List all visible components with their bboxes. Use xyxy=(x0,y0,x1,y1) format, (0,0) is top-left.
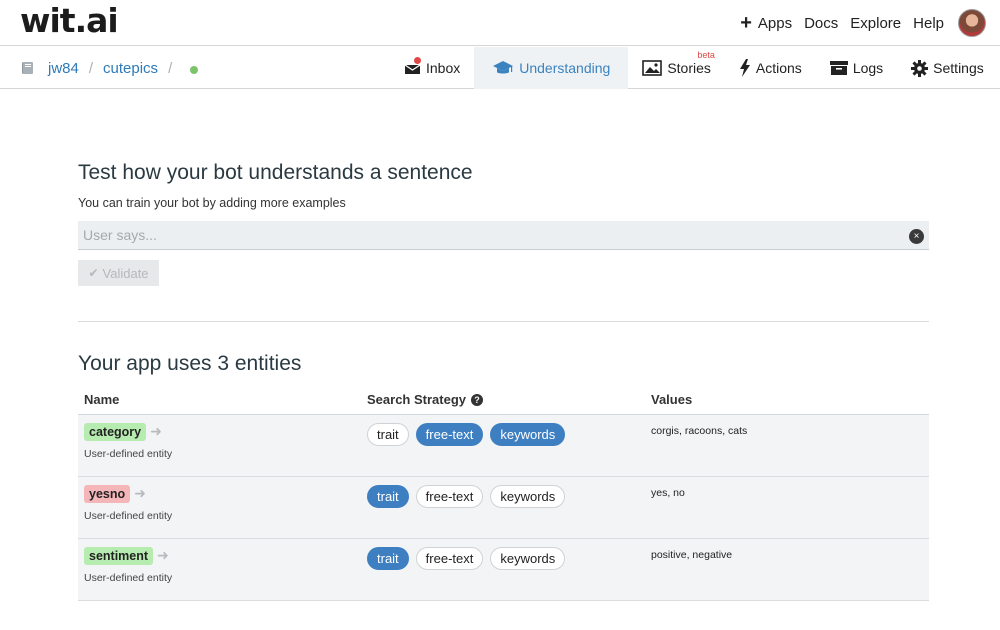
tab-understanding-label: Understanding xyxy=(519,60,611,76)
validate-button[interactable]: ✔ Validate xyxy=(78,260,159,286)
book-icon xyxy=(22,62,33,74)
graduation-cap-icon xyxy=(493,61,514,74)
strategy-pill-free-text[interactable]: free-text xyxy=(415,485,484,508)
header-strategy-label: Search Strategy xyxy=(367,392,466,407)
plus-icon[interactable]: + xyxy=(740,12,752,35)
entity-strategy-cell: trait free-text keywords xyxy=(361,477,645,508)
strategy-pill-keywords[interactable]: keywords xyxy=(490,547,566,570)
entities-title: Your app uses 3 entities xyxy=(78,352,302,375)
entity-name-cell: sentiment ➜ User-defined entity xyxy=(78,539,361,584)
table-header: Name Search Strategy ? Values xyxy=(78,385,929,415)
table-row: sentiment ➜ User-defined entity trait free-t… xyxy=(78,539,929,601)
tab-actions-label: Actions xyxy=(755,60,802,76)
entity-strategy-cell: trait free-text keywords xyxy=(361,539,645,570)
apps-link[interactable]: Apps xyxy=(758,15,792,32)
entity-description: User-defined entity xyxy=(84,510,173,522)
wit-logo[interactable]: wit.ai xyxy=(20,3,119,39)
app-tabs: Inbox Understanding Stories beta Actions xyxy=(390,47,998,89)
table-row: category ➜ User-defined entity trait free-te… xyxy=(78,415,929,477)
header-values: Values xyxy=(651,392,693,407)
arrow-right-icon[interactable]: ➜ xyxy=(150,423,162,439)
header-strategy: Search Strategy ? xyxy=(361,392,645,407)
entities-table: Name Search Strategy ? Values category ➜ U… xyxy=(78,385,929,601)
docs-link[interactable]: Docs xyxy=(804,15,838,32)
tab-inbox[interactable]: Inbox xyxy=(390,47,474,89)
sub-header: jw84 / cutepics / Inbox Understanding St… xyxy=(0,47,1000,89)
avatar[interactable] xyxy=(958,9,986,37)
entity-description: User-defined entity xyxy=(84,572,173,584)
test-title: Test how your bot understands a sentence xyxy=(78,161,473,184)
entity-tag[interactable]: sentiment xyxy=(84,547,154,565)
entity-description: User-defined entity xyxy=(84,448,173,460)
arrow-right-icon[interactable]: ➜ xyxy=(134,485,146,501)
tab-stories[interactable]: Stories beta xyxy=(628,47,725,89)
entity-name-cell: yesno ➜ User-defined entity xyxy=(78,477,361,522)
help-icon[interactable]: ? xyxy=(471,393,483,406)
entity-values: yes, no xyxy=(651,487,685,499)
tab-inbox-label: Inbox xyxy=(426,60,461,76)
gear-icon xyxy=(911,59,929,77)
breadcrumb-separator: / xyxy=(88,59,94,77)
strategy-pill-free-text[interactable]: free-text xyxy=(415,547,484,570)
entity-name-cell: category ➜ User-defined entity xyxy=(78,415,361,460)
entity-strategy-cell: trait free-text keywords xyxy=(361,415,645,446)
arrow-right-icon[interactable]: ➜ xyxy=(157,547,169,563)
top-nav: + Apps Docs Explore Help xyxy=(740,0,986,46)
validate-label: Validate xyxy=(102,265,149,281)
tab-settings[interactable]: Settings xyxy=(897,47,998,89)
strategy-pill-keywords[interactable]: keywords xyxy=(490,485,566,508)
divider xyxy=(78,321,929,322)
image-icon xyxy=(642,60,663,76)
strategy-pill-trait[interactable]: trait xyxy=(367,547,409,570)
tab-actions[interactable]: Actions xyxy=(725,47,816,89)
breadcrumb-app[interactable]: cutepics xyxy=(103,60,158,77)
check-icon: ✔ xyxy=(88,266,99,280)
breadcrumb: jw84 / cutepics / xyxy=(20,47,199,89)
entity-tag[interactable]: yesno xyxy=(84,485,131,503)
test-subtitle: You can train your bot by adding more ex… xyxy=(78,196,346,210)
strategy-pill-keywords[interactable]: keywords xyxy=(490,423,566,446)
top-header: wit.ai + Apps Docs Explore Help xyxy=(0,0,1000,46)
tab-settings-label: Settings xyxy=(933,60,984,76)
help-link[interactable]: Help xyxy=(913,15,944,32)
status-dot-icon xyxy=(190,66,199,74)
entity-tag[interactable]: category xyxy=(84,423,147,441)
breadcrumb-user[interactable]: jw84 xyxy=(48,60,79,77)
entity-values: positive, negative xyxy=(651,549,733,561)
tab-logs[interactable]: Logs xyxy=(816,47,897,89)
tab-stories-label: Stories xyxy=(667,60,711,76)
entity-values: corgis, racoons, cats xyxy=(651,425,748,437)
explore-link[interactable]: Explore xyxy=(850,15,901,32)
clear-input-icon[interactable]: × xyxy=(909,229,924,244)
breadcrumb-separator: / xyxy=(168,59,173,77)
tab-logs-label: Logs xyxy=(852,60,884,76)
beta-badge: beta xyxy=(697,50,715,60)
strategy-pill-trait[interactable]: trait xyxy=(367,423,409,446)
strategy-pill-trait[interactable]: trait xyxy=(367,485,409,508)
user-says-input[interactable] xyxy=(78,221,929,250)
header-name: Name xyxy=(84,392,120,407)
entity-rows: category ➜ User-defined entity trait free-te… xyxy=(78,415,929,601)
archive-icon xyxy=(829,61,848,75)
tab-understanding[interactable]: Understanding xyxy=(474,47,629,89)
bolt-icon xyxy=(739,59,750,77)
table-row: yesno ➜ User-defined entity trait free-text k… xyxy=(78,477,929,539)
notification-dot-icon xyxy=(414,57,421,64)
strategy-pill-free-text[interactable]: free-text xyxy=(415,423,484,446)
